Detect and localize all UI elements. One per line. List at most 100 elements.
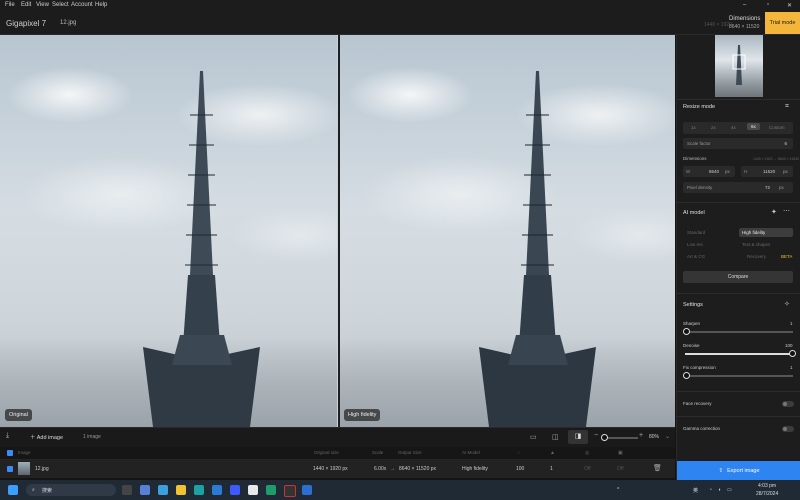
more-icon[interactable]: ⋯	[783, 207, 790, 215]
model-text-shapes[interactable]: Text & shapes	[742, 242, 770, 247]
original-size-hint: 1440 × 1920	[704, 22, 732, 28]
col-original-size: Original size	[314, 450, 339, 455]
row-denoise: 100	[516, 466, 525, 472]
zoom-knob[interactable]	[601, 434, 608, 441]
clock-date[interactable]: 28/7/2024	[756, 491, 778, 497]
edge-icon[interactable]	[194, 485, 204, 495]
menu-help[interactable]: Help	[95, 2, 107, 8]
menu-edit[interactable]: Edit	[21, 2, 31, 8]
menu-bar: File Edit View Select Account Help – ▫ ✕	[0, 0, 800, 12]
original-pane[interactable]: Original	[0, 35, 337, 427]
image-viewer[interactable]: Original High fidelity	[0, 35, 675, 427]
app-icon[interactable]	[230, 485, 240, 495]
start-icon[interactable]	[8, 485, 18, 495]
sharpen-label: Sharpen	[683, 321, 701, 326]
scale-custom[interactable]: Custom	[769, 125, 785, 130]
tower-image	[143, 71, 260, 427]
model-recovery[interactable]: Recovery	[747, 254, 766, 259]
menu-select[interactable]: Select	[52, 2, 69, 8]
compression-col-icon: ◎	[585, 450, 590, 456]
denoise-value: 100	[785, 343, 793, 348]
trial-mode-button[interactable]: Trial mode	[765, 12, 800, 34]
store-icon[interactable]	[212, 485, 222, 495]
add-image-button[interactable]: ＋ Add image	[30, 433, 63, 441]
fix-compression-knob[interactable]	[683, 372, 690, 379]
zoom-level[interactable]: 80%	[649, 434, 659, 440]
zoom-in-icon[interactable]: +	[639, 432, 643, 439]
app3-icon[interactable]	[302, 485, 312, 495]
single-view-icon[interactable]: ▭	[530, 433, 537, 441]
table-row[interactable]: 12.jpg 1440 × 1920 px 6.00x → 8640 × 115…	[0, 460, 675, 478]
dimensions-label: Dimensions	[729, 16, 761, 22]
split-view-icon[interactable]: ◫	[552, 433, 559, 441]
row-output-size: 8640 × 11520 px	[399, 466, 437, 472]
width-field[interactable]: W 8640 px	[683, 166, 735, 177]
pixel-density-value: 72	[765, 185, 771, 190]
height-field[interactable]: H 11520 px	[741, 166, 793, 177]
preview-pane[interactable]: High fidelity	[340, 35, 675, 427]
auto-settings-icon[interactable]: ✧	[784, 300, 790, 308]
wifi-icon[interactable]: ◔	[709, 487, 712, 493]
face-recovery-toggle[interactable]	[782, 401, 794, 407]
menu-account[interactable]: Account	[71, 2, 93, 8]
pixel-density-field[interactable]: Pixel density 72 px	[683, 182, 793, 193]
trash-icon[interactable]: 🗑	[653, 464, 662, 472]
chrome-icon[interactable]	[248, 485, 258, 495]
zoom-out-icon[interactable]: −	[594, 432, 598, 439]
denoise-knob[interactable]	[789, 350, 796, 357]
scale-4x[interactable]: 4x	[731, 125, 736, 130]
battery-icon[interactable]: ▭	[727, 487, 732, 493]
chat-icon[interactable]	[140, 485, 150, 495]
import-icon[interactable]: ⤓	[6, 432, 9, 440]
taskbar-search[interactable]: ⌕ 搜索	[26, 484, 116, 496]
model-art-cg[interactable]: Art & CG	[687, 254, 705, 259]
menu-view[interactable]: View	[36, 2, 49, 8]
file-tab[interactable]: 12.jpg	[60, 20, 76, 26]
export-image-button[interactable]: ⇪ Export image	[677, 461, 800, 481]
row-ai-model: High fidelity	[462, 466, 488, 472]
file-explorer-icon[interactable]	[176, 485, 186, 495]
sparkle-icon[interactable]: ✦	[771, 208, 777, 216]
model-high-fidelity[interactable]: High fidelity	[739, 228, 793, 237]
chevron-down-icon[interactable]: ⌄	[665, 433, 670, 440]
settings-sidebar: Resize mode ⌗ 1x 2x 4x 6x Custom Scale f…	[676, 35, 800, 500]
close-icon[interactable]: ✕	[787, 2, 792, 9]
minimize-icon[interactable]: –	[743, 2, 746, 8]
model-standard[interactable]: Standard	[687, 230, 705, 235]
ime-indicator[interactable]: 英	[693, 487, 698, 494]
gamma-correction-toggle[interactable]	[782, 426, 794, 432]
gigapixel-icon[interactable]	[284, 485, 296, 497]
app2-icon[interactable]	[266, 485, 276, 495]
tray-chevron-icon[interactable]: ^	[617, 487, 619, 493]
scale-2x[interactable]: 2x	[711, 125, 716, 130]
side-by-side-icon[interactable]: ◨	[568, 430, 588, 444]
width-value: 8640	[709, 169, 720, 174]
fix-compression-slider[interactable]	[685, 375, 793, 377]
sharpen-slider[interactable]	[685, 331, 793, 333]
model-low-res[interactable]: Low res	[687, 242, 703, 247]
scale-factor-field[interactable]: Scale factor 6	[683, 138, 793, 149]
volume-icon[interactable]: ◖	[718, 487, 721, 493]
clock-time[interactable]: 4:03 pm	[758, 483, 776, 489]
scale-6x[interactable]: 6x	[747, 123, 760, 130]
denoise-label: Denoise	[683, 343, 700, 348]
scale-1x[interactable]: 1x	[691, 125, 696, 130]
navigator-thumbnail[interactable]	[715, 35, 763, 97]
compare-button[interactable]: Compare	[683, 271, 793, 283]
task-view-icon[interactable]	[122, 485, 132, 495]
restore-icon[interactable]: ▫	[767, 2, 769, 8]
title-bar: Gigapixel 7 12.jpg 1440 × 1920 Dimension…	[0, 12, 800, 35]
row-face: Off	[584, 466, 591, 472]
menu-file[interactable]: File	[5, 2, 15, 8]
photos-icon[interactable]	[158, 485, 168, 495]
scale-selector[interactable]: 1x 2x 4x 6x Custom	[683, 122, 793, 134]
crop-icon[interactable]: ⌗	[785, 103, 789, 111]
sharpen-knob[interactable]	[683, 328, 690, 335]
queue-table-header: Image Original size Scale Output Size AI…	[0, 447, 675, 460]
row-scale: 6.00x	[374, 466, 387, 472]
denoise-slider[interactable]	[685, 353, 793, 355]
gamma-correction-label: Gamma correction	[683, 426, 721, 431]
row-checkbox[interactable]	[7, 466, 13, 472]
windows-taskbar: ⌕ 搜索 ^ 英 ◔ ◖ ▭ 4:03 pm 28/7/2024	[0, 480, 800, 500]
select-all-checkbox[interactable]	[7, 450, 13, 456]
